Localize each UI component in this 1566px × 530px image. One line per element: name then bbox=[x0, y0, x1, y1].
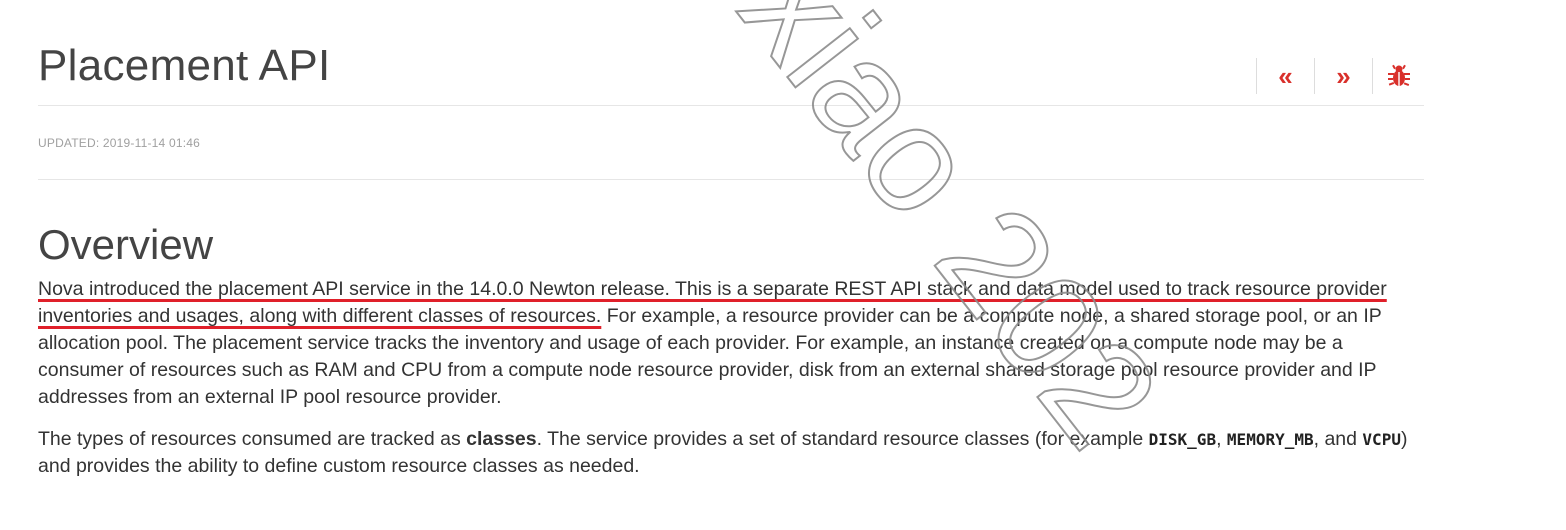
next-page-icon[interactable]: » bbox=[1314, 58, 1372, 94]
paragraph-text: , bbox=[1216, 428, 1227, 450]
page-title: Placement API bbox=[38, 41, 331, 90]
updated-row: UPDATED: 2019-11-14 01:46 bbox=[38, 106, 1424, 180]
section-heading-overview: Overview bbox=[38, 221, 214, 268]
paragraph-text: The types of resources consumed are trac… bbox=[38, 428, 467, 450]
report-bug-icon[interactable] bbox=[1372, 58, 1424, 94]
code-vcpu: VCPU bbox=[1362, 430, 1401, 449]
title-row: Placement API « » bbox=[38, 0, 1424, 106]
previous-page-icon[interactable]: « bbox=[1256, 58, 1314, 94]
paragraph-text: , and bbox=[1313, 428, 1363, 450]
overview-paragraph-2: The types of resources consumed are trac… bbox=[38, 426, 1418, 480]
code-memory-mb: MEMORY_MB bbox=[1226, 430, 1314, 449]
page-nav: « » bbox=[1256, 58, 1424, 94]
updated-timestamp: UPDATED: 2019-11-14 01:46 bbox=[38, 136, 200, 150]
code-disk-gb: DISK_GB bbox=[1148, 430, 1217, 449]
page-content: Placement API « » UPDATED: 2019-11-14 01… bbox=[38, 0, 1424, 480]
overview-paragraph-1: Nova introduced the placement API servic… bbox=[38, 276, 1418, 411]
term-classes: classes bbox=[466, 428, 537, 450]
bug-icon bbox=[1387, 64, 1410, 86]
paragraph-text: . The service provides a set of standard… bbox=[536, 428, 1149, 450]
